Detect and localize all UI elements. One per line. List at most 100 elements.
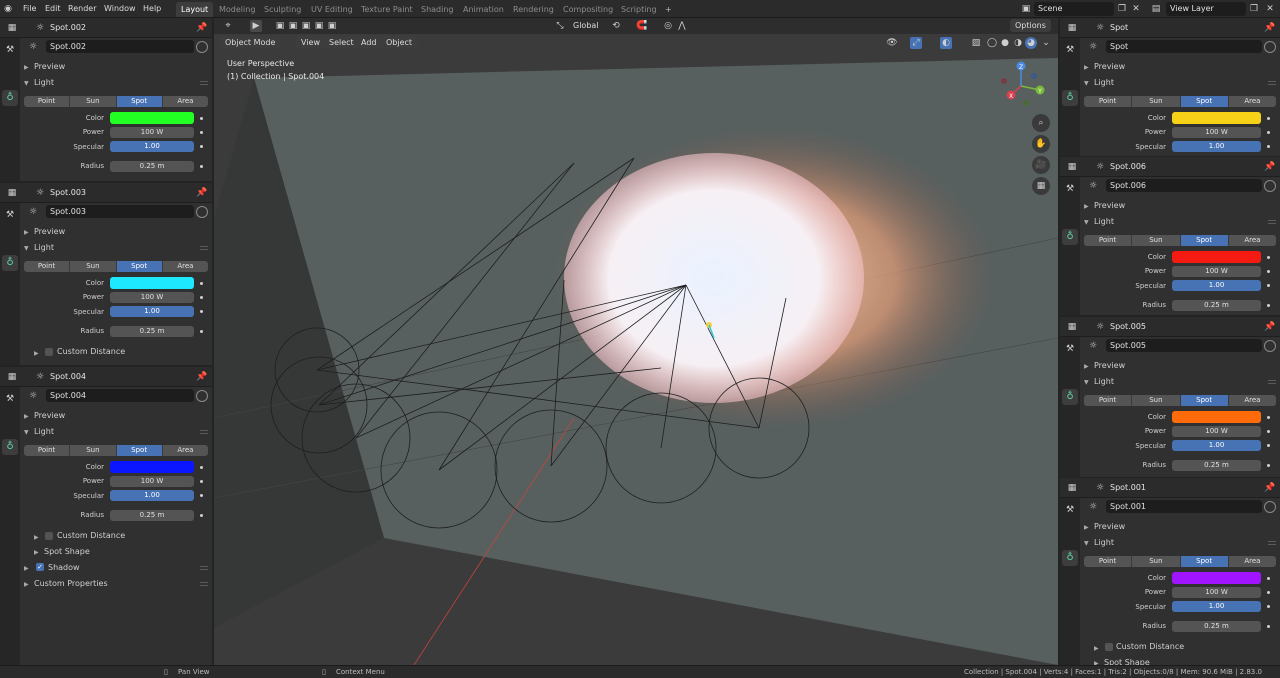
preview-section[interactable]: ▶ Preview xyxy=(24,62,65,71)
light-type-point[interactable]: Point xyxy=(24,445,71,456)
keyframe-dot[interactable] xyxy=(1267,284,1270,287)
fake-user-shield-icon[interactable] xyxy=(196,390,208,402)
light-name-field[interactable]: Spot.002 xyxy=(46,40,194,53)
fake-user-shield-icon[interactable] xyxy=(1264,501,1276,513)
light-name-field[interactable]: Spot.001 xyxy=(1106,500,1262,513)
light-section[interactable]: ▼ Light xyxy=(1084,217,1114,226)
tab-animation[interactable]: Animation xyxy=(458,2,509,17)
light-color-swatch[interactable] xyxy=(1172,112,1261,124)
keyframe-dot[interactable] xyxy=(200,296,203,299)
keyframe-dot[interactable] xyxy=(200,330,203,333)
camera-icon[interactable]: 🎥 xyxy=(1032,156,1050,174)
custom-distance-section[interactable]: ▶ xyxy=(34,348,44,357)
scene-icon[interactable]: ▣ xyxy=(1020,3,1032,15)
pin-icon[interactable]: 📌 xyxy=(1264,321,1276,333)
object-menu[interactable]: Object xyxy=(381,36,418,49)
shading-options-icon[interactable]: ⌄ xyxy=(1040,37,1052,49)
tool-icon[interactable]: ⚒ xyxy=(4,393,16,405)
material-shading-icon[interactable]: ◑ xyxy=(1012,37,1024,49)
keyframe-dot[interactable] xyxy=(200,145,203,148)
editor-type-icon[interactable]: ▦ xyxy=(6,22,18,34)
custom-distance-section[interactable]: ▶ xyxy=(34,532,44,541)
light-section[interactable]: ▼ Light xyxy=(24,427,54,436)
radius-field[interactable]: 0.25 m xyxy=(1172,460,1261,471)
light-type-area[interactable]: Area xyxy=(1228,235,1276,246)
light-tab-icon[interactable]: ♁ xyxy=(2,439,18,455)
keyframe-dot[interactable] xyxy=(1267,591,1270,594)
view-layer-close-icon[interactable]: ✕ xyxy=(1264,3,1276,15)
keyframe-dot[interactable] xyxy=(1267,430,1270,433)
light-datablock-icon[interactable]: ☼ xyxy=(27,390,39,402)
tool-icon[interactable]: ⚒ xyxy=(4,44,16,56)
editor-type-icon[interactable]: ▦ xyxy=(1066,321,1078,333)
light-color-swatch[interactable] xyxy=(1172,251,1261,263)
tool-icon[interactable]: ⚒ xyxy=(1064,504,1076,516)
custom-distance-section[interactable]: ▶ xyxy=(1094,643,1104,652)
light-type-spot[interactable]: Spot xyxy=(1180,395,1229,406)
custom-distance-checkbox[interactable] xyxy=(45,348,53,356)
fake-user-shield-icon[interactable] xyxy=(1264,340,1276,352)
editor-type-icon[interactable]: ▦ xyxy=(1066,482,1078,494)
light-type-sun[interactable]: Sun xyxy=(70,445,117,456)
overlay-toggle-icon[interactable]: ◐ xyxy=(940,37,952,49)
light-section[interactable]: ▼ Light xyxy=(24,78,54,87)
keyframe-dot[interactable] xyxy=(1267,605,1270,608)
light-datablock-icon[interactable]: ☼ xyxy=(27,206,39,218)
keyframe-dot[interactable] xyxy=(1267,256,1270,259)
tab-sculpting[interactable]: Sculpting xyxy=(259,2,306,17)
keyframe-dot[interactable] xyxy=(1267,464,1270,467)
preview-section[interactable]: ▶ Preview xyxy=(1084,522,1125,531)
preview-section[interactable]: ▶ Preview xyxy=(24,411,65,420)
drag-grip-icon[interactable] xyxy=(200,566,208,570)
preview-section[interactable]: ▶ Preview xyxy=(1084,62,1125,71)
proportional-edit-icon[interactable]: ◎ xyxy=(662,20,674,32)
light-type-point[interactable]: Point xyxy=(1084,556,1133,567)
editor-type-icon[interactable]: ▦ xyxy=(1066,22,1078,34)
tool-icon[interactable]: ⚒ xyxy=(1064,183,1076,195)
view-layer-icon[interactable]: ▤ xyxy=(1150,3,1162,15)
light-name-field[interactable]: Spot.006 xyxy=(1106,179,1262,192)
light-type-point[interactable]: Point xyxy=(24,261,71,272)
tool-icon[interactable]: ⚒ xyxy=(4,209,16,221)
specular-slider[interactable]: 1.00 xyxy=(110,141,194,152)
light-tab-icon[interactable]: ♁ xyxy=(2,255,18,271)
solid-shading-icon[interactable]: ● xyxy=(999,37,1011,49)
tab-shading[interactable]: Shading xyxy=(416,2,459,17)
tool-icon[interactable]: ⚒ xyxy=(1064,44,1076,56)
power-field[interactable]: 100 W xyxy=(110,292,194,303)
drag-grip-icon[interactable] xyxy=(1268,220,1276,224)
scene-add-icon[interactable]: ❐ xyxy=(1116,3,1128,15)
menu-render[interactable]: Render xyxy=(68,4,96,13)
light-datablock-icon[interactable]: ☼ xyxy=(27,41,39,53)
drag-grip-icon[interactable] xyxy=(200,430,208,434)
pin-icon[interactable]: 📌 xyxy=(196,22,208,34)
pin-icon[interactable]: 📌 xyxy=(1264,161,1276,173)
light-type-area[interactable]: Area xyxy=(1228,395,1276,406)
select-menu[interactable]: Select xyxy=(324,36,359,49)
custom-properties-section[interactable]: ▶ Custom Properties xyxy=(24,579,108,588)
pin-icon[interactable]: 📌 xyxy=(1264,482,1276,494)
specular-slider[interactable]: 1.00 xyxy=(1172,601,1261,612)
power-field[interactable]: 100 W xyxy=(1172,127,1261,138)
tab-modeling[interactable]: Modeling xyxy=(214,2,260,17)
pin-icon[interactable]: 📌 xyxy=(196,187,208,199)
keyframe-dot[interactable] xyxy=(1267,270,1270,273)
specular-slider[interactable]: 1.00 xyxy=(1172,440,1261,451)
fake-user-shield-icon[interactable] xyxy=(1264,180,1276,192)
light-type-spot[interactable]: Spot xyxy=(116,96,163,107)
light-section[interactable]: ▼ Light xyxy=(1084,538,1114,547)
keyframe-dot[interactable] xyxy=(1267,131,1270,134)
specular-slider[interactable]: 1.00 xyxy=(110,490,194,501)
menu-help[interactable]: Help xyxy=(143,4,161,13)
editor-type-icon[interactable]: ▦ xyxy=(6,371,18,383)
visibility-icon[interactable]: 👁 xyxy=(886,37,898,49)
light-section[interactable]: ▼ Light xyxy=(24,243,54,252)
keyframe-dot[interactable] xyxy=(1267,625,1270,628)
add-workspace-button[interactable]: + xyxy=(660,2,677,17)
select-subtract-icon[interactable]: ▣ xyxy=(300,20,312,32)
xray-icon[interactable]: ▨ xyxy=(970,37,982,49)
select-box-icon[interactable]: ▣ xyxy=(274,20,286,32)
drag-grip-icon[interactable] xyxy=(1268,380,1276,384)
light-datablock-icon[interactable]: ☼ xyxy=(1087,41,1099,53)
menu-file[interactable]: File xyxy=(23,4,36,13)
